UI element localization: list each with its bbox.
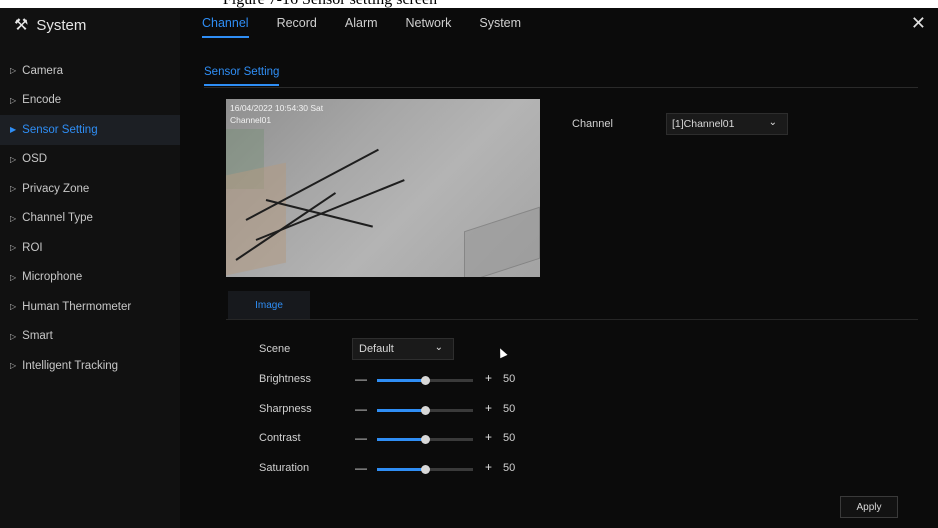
- sidebar-menu: ▷ Camera ▷ Encode ▶ Sensor Setting ▷ OSD ▷ Pr…: [0, 56, 180, 381]
- slider-fill: [377, 438, 425, 441]
- saturation-label: Saturation: [259, 462, 310, 474]
- triangle-right-icon: ▷: [10, 272, 17, 282]
- contrast-label: Contrast: [259, 432, 301, 444]
- slider-track[interactable]: [377, 435, 473, 444]
- sharpness-label: Sharpness: [259, 403, 312, 415]
- sidebar-item-label: Camera: [22, 64, 64, 77]
- sidebar-item-encode[interactable]: ▷ Encode: [0, 86, 180, 116]
- preview-object: [464, 206, 540, 277]
- channel-select-value: [1]Channel01: [672, 118, 735, 130]
- chevron-down-icon: ⌄: [434, 342, 443, 353]
- sidebar-item-roi[interactable]: ▷ ROI: [0, 233, 180, 263]
- sidebar: ⚒ System ▷ Camera ▷ Encode ▶ Sensor Setting…: [0, 8, 180, 528]
- sidebar-item-label: Smart: [22, 330, 53, 343]
- sidebar-item-label: Privacy Zone: [22, 182, 90, 195]
- sidebar-item-intelligent-tracking[interactable]: ▷ Intelligent Tracking: [0, 351, 180, 381]
- sidebar-item-label: Sensor Setting: [22, 123, 98, 136]
- mouse-cursor-icon: [496, 346, 508, 359]
- brightness-label: Brightness: [259, 373, 311, 385]
- channel-select[interactable]: [1]Channel01 ⌄: [666, 113, 788, 135]
- apply-button[interactable]: Apply: [840, 496, 898, 518]
- sidebar-item-camera[interactable]: ▷ Camera: [0, 56, 180, 86]
- slider-fill: [377, 409, 425, 412]
- top-tabs: Channel Record Alarm Network System: [202, 16, 549, 38]
- slider-thumb[interactable]: [421, 435, 430, 444]
- triangle-right-icon: ▷: [10, 213, 17, 223]
- sidebar-item-label: Microphone: [22, 271, 83, 284]
- slider-value: 50: [503, 373, 516, 385]
- decrease-button[interactable]: —: [355, 431, 367, 445]
- slider-track[interactable]: [377, 465, 473, 474]
- increase-button[interactable]: +: [485, 430, 492, 444]
- camera-preview: 16/04/2022 10:54:30 Sat Channel01: [226, 99, 540, 277]
- increase-button[interactable]: +: [485, 371, 492, 385]
- image-tab-divider: [226, 319, 918, 320]
- scene-select-value: Default: [359, 343, 394, 355]
- tab-network[interactable]: Network: [406, 16, 452, 38]
- triangle-right-icon: ▷: [10, 154, 17, 164]
- slider-track[interactable]: [377, 406, 473, 415]
- decrease-button[interactable]: —: [355, 372, 367, 386]
- tab-channel[interactable]: Channel: [202, 16, 249, 38]
- slider-fill: [377, 468, 425, 471]
- triangle-right-icon: ▷: [10, 66, 17, 76]
- tools-icon: ⚒: [14, 17, 29, 34]
- sidebar-item-label: Intelligent Tracking: [22, 359, 119, 372]
- increase-button[interactable]: +: [485, 401, 492, 415]
- triangle-right-filled-icon: ▶: [10, 125, 17, 135]
- triangle-right-icon: ▷: [10, 95, 17, 105]
- tab-record[interactable]: Record: [277, 16, 317, 38]
- increase-button[interactable]: +: [485, 460, 492, 474]
- sidebar-item-label: Human Thermometer: [22, 300, 132, 313]
- triangle-right-icon: ▷: [10, 243, 17, 253]
- sidebar-item-osd[interactable]: ▷ OSD: [0, 145, 180, 175]
- sidebar-item-smart[interactable]: ▷ Smart: [0, 322, 180, 352]
- sidebar-item-label: Encode: [22, 94, 62, 107]
- scene-select[interactable]: Default ⌄: [352, 338, 454, 360]
- chevron-down-icon: ⌄: [768, 117, 777, 128]
- sidebar-item-label: OSD: [22, 153, 48, 166]
- channel-label: Channel: [572, 118, 613, 130]
- triangle-right-icon: ▷: [10, 302, 17, 312]
- app-title: System: [36, 16, 87, 34]
- osd-channel-name: Channel01: [230, 115, 272, 125]
- system-settings-window: ⚒ System ▷ Camera ▷ Encode ▶ Sensor Setting…: [0, 8, 938, 528]
- osd-timestamp: 16/04/2022 10:54:30 Sat: [230, 103, 324, 113]
- triangle-right-icon: ▷: [10, 361, 17, 371]
- slider-thumb[interactable]: [421, 406, 430, 415]
- scene-label: Scene: [259, 343, 291, 355]
- slider-track[interactable]: [377, 376, 473, 385]
- tab-alarm[interactable]: Alarm: [345, 16, 378, 38]
- sidebar-item-channel-type[interactable]: ▷ Channel Type: [0, 204, 180, 234]
- tab-image[interactable]: Image: [228, 291, 310, 319]
- slider-value: 50: [503, 462, 516, 474]
- sidebar-item-microphone[interactable]: ▷ Microphone: [0, 263, 180, 293]
- decrease-button[interactable]: —: [355, 402, 367, 416]
- slider-thumb[interactable]: [421, 465, 430, 474]
- tab-system[interactable]: System: [479, 16, 521, 38]
- app-brand: ⚒ System: [14, 14, 86, 36]
- sidebar-item-human-thermometer[interactable]: ▷ Human Thermometer: [0, 292, 180, 322]
- triangle-right-icon: ▷: [10, 331, 17, 341]
- sidebar-item-privacy-zone[interactable]: ▷ Privacy Zone: [0, 174, 180, 204]
- sidebar-item-label: ROI: [22, 241, 43, 254]
- subtab-sensor-setting[interactable]: Sensor Setting: [204, 66, 280, 86]
- subtab-divider: [204, 87, 918, 88]
- sidebar-item-label: Channel Type: [22, 212, 93, 225]
- slider-value: 50: [503, 403, 516, 415]
- slider-fill: [377, 379, 425, 382]
- slider-value: 50: [503, 432, 516, 444]
- figure-caption: Figure 7-16 Sensor setting screen: [0, 0, 938, 8]
- triangle-right-icon: ▷: [10, 184, 17, 194]
- close-icon[interactable]: ✕: [911, 13, 926, 34]
- sidebar-item-sensor-setting[interactable]: ▶ Sensor Setting: [0, 115, 180, 145]
- slider-thumb[interactable]: [421, 376, 430, 385]
- decrease-button[interactable]: —: [355, 461, 367, 475]
